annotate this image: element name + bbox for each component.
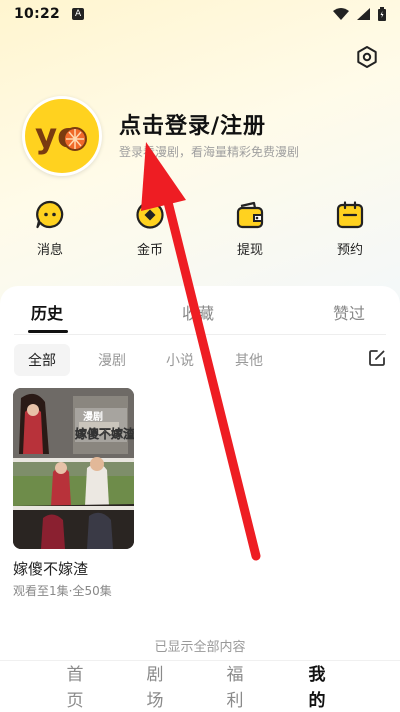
quick-action-label: 预约 — [336, 243, 363, 258]
poster-tag: 漫剧 — [83, 410, 103, 423]
nav-mine[interactable]: 我的 — [308, 662, 326, 712]
quick-action-coins[interactable]: 金币 — [100, 200, 200, 258]
nav-welfare[interactable]: 福利 — [226, 662, 244, 712]
history-card-title[interactable]: 嫁傻不嫁渣 — [13, 558, 88, 579]
gear-icon — [357, 46, 377, 68]
quick-actions: 消息 金币 提现 预约 — [0, 200, 400, 258]
sub-tabs: 全部 漫剧 小说 其他 — [14, 344, 386, 376]
poster-image: 漫剧 嫁傻不嫁渣 — [13, 388, 134, 549]
notification-icon: A — [72, 8, 85, 20]
battery-icon — [378, 7, 386, 21]
status-bar: 10:22 A — [0, 0, 400, 28]
edit-icon — [369, 350, 385, 366]
coin-icon — [136, 201, 164, 229]
wifi-icon — [333, 8, 349, 20]
login-register-link[interactable]: 点击登录/注册 — [119, 108, 266, 140]
app-logo: yo — [35, 116, 87, 156]
all-content-shown-note: 已显示全部内容 — [154, 640, 246, 655]
history-card-progress: 观看至1集·全50集 — [13, 584, 112, 598]
tab-favorites[interactable]: 收藏 — [182, 300, 214, 324]
subtab-all[interactable]: 全部 — [14, 344, 70, 376]
tab-divider — [14, 334, 386, 335]
chat-bubble-icon — [36, 200, 64, 229]
bottom-nav: 首页 剧场 福利 我的 — [0, 660, 400, 712]
quick-action-reservation[interactable]: 预约 — [300, 200, 400, 258]
tab-liked[interactable]: 赞过 — [333, 300, 365, 324]
history-card-poster[interactable]: 漫剧 嫁傻不嫁渣 — [13, 388, 134, 549]
login-subtitle: 登录看漫剧，看海量精彩免费漫剧 — [119, 145, 300, 159]
quick-action-withdraw[interactable]: 提现 — [200, 200, 300, 258]
quick-action-label: 提现 — [236, 243, 263, 258]
tab-history[interactable]: 历史 — [31, 300, 63, 324]
nav-home[interactable]: 首页 — [66, 662, 84, 712]
signal-icon — [357, 8, 370, 20]
settings-button[interactable] — [354, 44, 380, 70]
nav-theater[interactable]: 剧场 — [146, 662, 164, 712]
avatar[interactable]: yo — [22, 96, 102, 176]
calendar-icon — [336, 201, 364, 229]
quick-action-messages[interactable]: 消息 — [0, 200, 100, 258]
edit-button[interactable] — [368, 349, 386, 367]
quick-action-label: 金币 — [136, 243, 163, 258]
subtab-other[interactable]: 其他 — [235, 350, 263, 370]
main-tabs: 历史 收藏 赞过 — [0, 290, 400, 334]
subtab-novel[interactable]: 小说 — [166, 350, 194, 370]
subtab-comic-drama[interactable]: 漫剧 — [98, 350, 126, 370]
wallet-icon — [236, 201, 264, 229]
quick-action-label: 消息 — [36, 243, 63, 258]
poster-title-text: 嫁傻不嫁渣 — [74, 426, 134, 441]
status-time: 10:22 — [14, 6, 61, 22]
active-tab-indicator — [28, 330, 68, 333]
